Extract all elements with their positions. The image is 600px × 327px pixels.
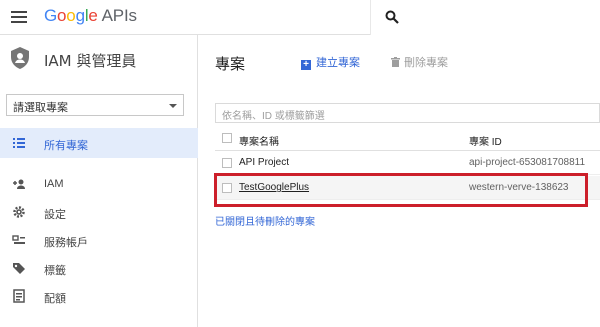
sidebar: IAM 與管理員 請選取專案 所有專案 IAM 設定 服務帳戶 標籤 配額 [0,35,198,327]
sidebar-item-label: 標籤 [44,265,66,277]
gear-icon [13,206,25,218]
service-account-icon [12,235,25,244]
sidebar-item-quotas[interactable]: 配額 [0,281,198,311]
label-icon [13,263,25,274]
page-title: 專案 [215,56,246,73]
main-content: 專案 + 建立專案 刪除專案 依名稱、ID 或標籤篩選 專案名稱 專案 ID AP… [199,35,600,327]
sidebar-item-label: 設定 [44,209,66,221]
add-person-icon [13,179,25,189]
add-icon: + [301,60,311,70]
iam-title: IAM 與管理員 [44,52,137,70]
sidebar-item-all-projects[interactable]: 所有專案 [0,128,198,158]
row-checkbox[interactable] [222,158,232,168]
sidebar-item-iam[interactable]: IAM [0,169,198,199]
project-id: api-project-653081708811 [469,157,586,168]
column-header-id[interactable]: 專案 ID [469,133,502,148]
highlight-annotation-box [214,173,588,207]
pending-deletion-link[interactable]: 已關閉且待刪除的專案 [215,213,315,228]
hamburger-menu-icon[interactable] [11,11,27,23]
list-icon [13,138,25,148]
shield-icon [11,47,29,69]
sidebar-item-settings[interactable]: 設定 [0,197,198,227]
table-row[interactable]: API Project api-project-653081708811 [215,151,600,175]
table-header: 專案名稱 專案 ID [215,129,600,151]
sidebar-item-label: 服務帳戶 [44,237,88,249]
sidebar-item-label: 所有專案 [44,140,88,152]
search-bar[interactable] [370,0,600,35]
sidebar-item-label: IAM [44,178,64,190]
sidebar-item-service-accounts[interactable]: 服務帳戶 [0,225,198,255]
top-bar: Google APIs [0,0,600,35]
create-project-button[interactable]: + 建立專案 [301,54,360,70]
delete-project-button[interactable]: 刪除專案 [391,54,448,70]
project-select-dropdown[interactable]: 請選取專案 [6,94,184,116]
quota-icon [13,289,25,303]
sidebar-item-labels[interactable]: 標籤 [0,253,198,283]
column-header-name[interactable]: 專案名稱 [239,133,279,148]
chevron-down-icon [169,104,177,108]
project-name[interactable]: API Project [239,157,289,168]
filter-input[interactable]: 依名稱、ID 或標籤篩選 [215,103,600,123]
search-icon[interactable] [385,10,399,24]
select-all-checkbox[interactable] [222,133,232,143]
iam-header: IAM 與管理員 [0,35,198,85]
sidebar-item-label: 配額 [44,293,66,305]
google-apis-logo[interactable]: Google APIs [44,6,137,26]
trash-icon [391,57,400,67]
